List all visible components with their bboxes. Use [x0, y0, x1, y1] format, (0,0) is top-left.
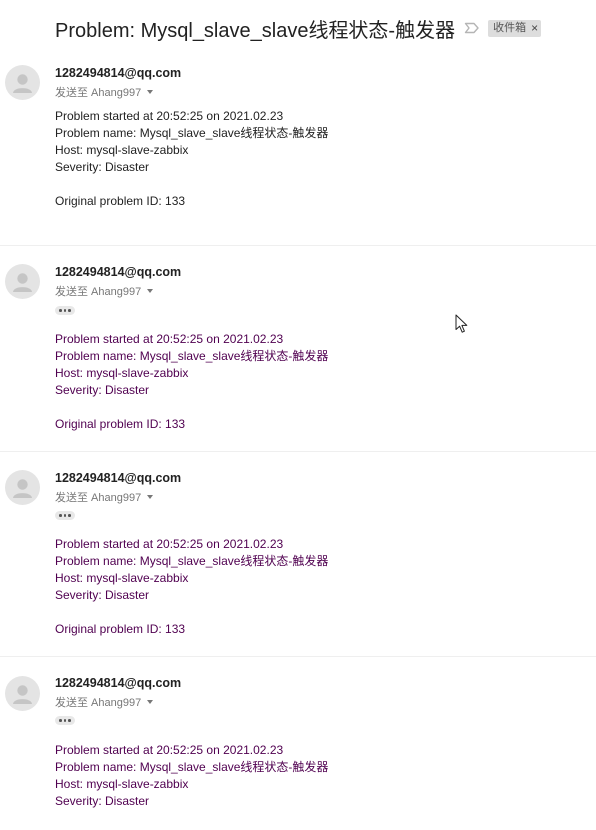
recipient-text: 发送至 Ahang997 [55, 286, 142, 298]
inbox-label-chip[interactable]: 收件箱 × [488, 19, 542, 37]
sender-email[interactable]: 1282494814@qq.com [55, 471, 181, 485]
body-line-host: Host: mysql-slave-zabbix [55, 143, 189, 157]
body-line-problem-name: Problem name: Mysql_slave_slave线程状态-触发器 [55, 554, 329, 568]
remove-label-button[interactable]: × [531, 21, 538, 36]
recipient-text: 发送至 Ahang997 [55, 492, 142, 504]
importance-marker-icon[interactable] [464, 21, 480, 35]
body-line-started: Problem started at 20:52:25 on 2021.02.2… [55, 332, 284, 346]
recipient-line: 发送至 Ahang997 [55, 489, 154, 505]
body-line-problem-name: Problem name: Mysql_slave_slave线程状态-触发器 [55, 126, 329, 140]
message-divider [0, 245, 596, 246]
inbox-label-text: 收件箱 [493, 21, 527, 34]
mouse-pointer-icon [455, 314, 469, 334]
body-line-severity: Severity: Disaster [55, 160, 150, 174]
body-line-host: Host: mysql-slave-zabbix [55, 571, 189, 585]
recipient-details-dropdown-icon[interactable] [147, 289, 154, 293]
recipient-text: 发送至 Ahang997 [55, 87, 142, 99]
recipient-line: 发送至 Ahang997 [55, 84, 154, 100]
sender-avatar [5, 470, 40, 505]
person-icon [13, 685, 32, 704]
person-icon [13, 273, 32, 292]
body-line-started: Problem started at 20:52:25 on 2021.02.2… [55, 109, 284, 123]
sender-email[interactable]: 1282494814@qq.com [55, 66, 181, 80]
body-line-problem-name: Problem name: Mysql_slave_slave线程状态-触发器 [55, 349, 329, 363]
person-icon [13, 74, 32, 93]
show-trimmed-content-button[interactable] [55, 511, 75, 520]
body-line-problem-name: Problem name: Mysql_slave_slave线程状态-触发器 [55, 760, 329, 774]
recipient-line: 发送至 Ahang997 [55, 283, 154, 299]
message-body: Problem started at 20:52:25 on 2021.02.2… [55, 742, 328, 810]
recipient-details-dropdown-icon[interactable] [147, 90, 154, 94]
sender-avatar [5, 264, 40, 299]
message-divider [0, 451, 596, 452]
recipient-line: 发送至 Ahang997 [55, 694, 154, 710]
body-line-severity: Severity: Disaster [55, 383, 150, 397]
subject-title: Problem: Mysql_slave_slave线程状态-触发器 [55, 19, 456, 42]
recipient-text: 发送至 Ahang997 [55, 697, 142, 709]
sender-email[interactable]: 1282494814@qq.com [55, 265, 181, 279]
body-line-started: Problem started at 20:52:25 on 2021.02.2… [55, 537, 284, 551]
body-line-problem-id: Original problem ID: 133 [55, 417, 186, 431]
body-line-problem-id: Original problem ID: 133 [55, 194, 186, 208]
message-body: Problem started at 20:52:25 on 2021.02.2… [55, 536, 328, 638]
sender-avatar [5, 676, 40, 711]
subject-bar: Problem: Mysql_slave_slave线程状态-触发器 收件箱 × [55, 14, 542, 42]
show-trimmed-content-button[interactable] [55, 716, 75, 725]
sender-email[interactable]: 1282494814@qq.com [55, 676, 181, 690]
message-body: Problem started at 20:52:25 on 2021.02.2… [55, 108, 328, 210]
message-body: Problem started at 20:52:25 on 2021.02.2… [55, 331, 328, 433]
person-icon [13, 479, 32, 498]
body-line-severity: Severity: Disaster [55, 588, 150, 602]
body-line-started: Problem started at 20:52:25 on 2021.02.2… [55, 743, 284, 757]
message-divider [0, 656, 596, 657]
body-line-host: Host: mysql-slave-zabbix [55, 366, 189, 380]
recipient-details-dropdown-icon[interactable] [147, 495, 154, 499]
sender-avatar [5, 65, 40, 100]
body-line-problem-id: Original problem ID: 133 [55, 622, 186, 636]
body-line-host: Host: mysql-slave-zabbix [55, 777, 189, 791]
body-line-severity: Severity: Disaster [55, 794, 150, 808]
recipient-details-dropdown-icon[interactable] [147, 700, 154, 704]
show-trimmed-content-button[interactable] [55, 306, 75, 315]
